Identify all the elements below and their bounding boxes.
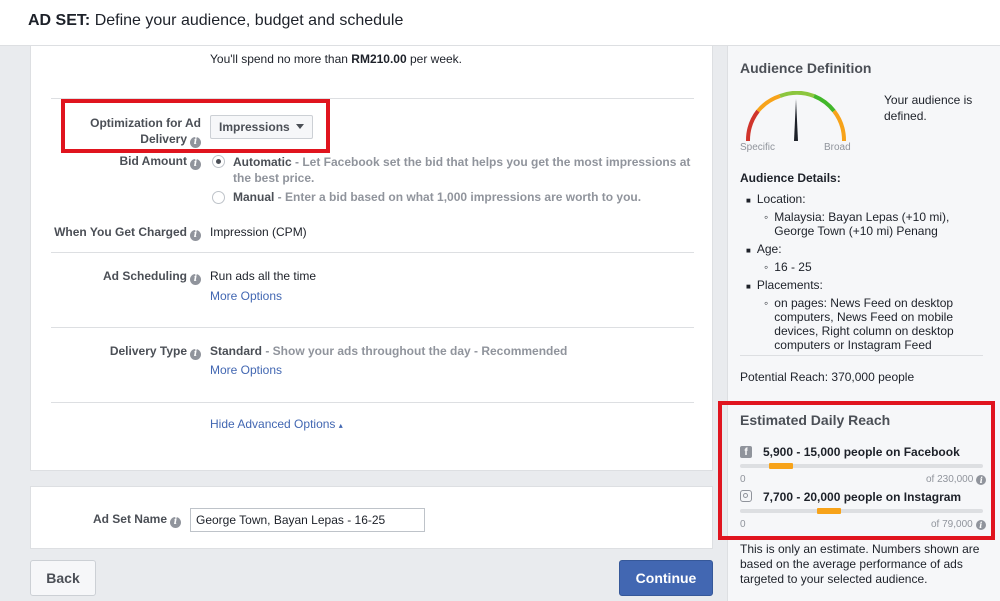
delivery-more-options-link[interactable]: More Options — [210, 363, 282, 377]
scheduling-label: Ad Scheduling i — [51, 269, 201, 285]
ad-set-name-label: Ad Set Name i — [51, 512, 181, 528]
back-button[interactable]: Back — [30, 560, 96, 596]
gauge-specific-label: Specific — [740, 142, 776, 153]
list-item: ◦ on pages: News Feed on desktop computer… — [764, 296, 954, 352]
bid-manual-radio[interactable] — [212, 191, 225, 204]
page-body: You'll spend no more than RM210.00 per w… — [0, 46, 1000, 601]
gauge-broad-label: Broad — [824, 142, 851, 153]
info-icon[interactable]: i — [190, 159, 201, 170]
scheduling-more-options-link[interactable]: More Options — [210, 289, 282, 303]
audience-status: Your audience is defined. — [884, 93, 973, 123]
list-item: ◦ 16 - 25 — [764, 260, 812, 274]
divider — [51, 327, 694, 328]
ad-set-name-card: Ad Set Name i — [30, 486, 713, 549]
info-icon[interactable]: i — [190, 349, 201, 360]
estimate-note: This is only an estimate. Numbers shown … — [740, 542, 980, 586]
potential-reach: Potential Reach: 370,000 people — [740, 370, 915, 384]
delivery-type-value: Standard - Show your ads throughout the … — [210, 344, 568, 358]
bid-automatic-radio[interactable] — [212, 155, 225, 168]
list-item: ■ Age: — [746, 242, 782, 256]
hide-advanced-options-link[interactable]: Hide Advanced Options ▴ — [210, 417, 343, 431]
list-item: ■ Location: — [746, 192, 806, 206]
ad-set-name-input[interactable] — [190, 508, 425, 532]
budget-summary: You'll spend no more than RM210.00 per w… — [210, 52, 463, 66]
bid-automatic-option: Automatic - Let Facebook set the bid tha… — [233, 155, 691, 185]
charged-label: When You Get Charged i — [41, 225, 201, 241]
scheduling-value: Run ads all the time — [210, 269, 317, 283]
divider — [740, 355, 983, 356]
divider — [51, 252, 694, 253]
charged-value: Impression (CPM) — [210, 225, 307, 239]
bid-manual-option: Manual - Enter a bid based on what 1,000… — [233, 190, 642, 204]
highlight-box — [718, 401, 995, 540]
audience-gauge-icon — [745, 91, 847, 142]
info-icon[interactable]: i — [190, 230, 201, 241]
continue-button[interactable]: Continue — [619, 560, 713, 596]
bid-amount-label: Bid Amount i — [51, 154, 201, 170]
page-header: AD SET: Define your audience, budget and… — [0, 0, 1000, 46]
info-icon[interactable]: i — [170, 517, 181, 528]
page-title: AD SET: Define your audience, budget and… — [28, 12, 404, 29]
audience-details-list: ■ Location: ◦ Malaysia: Bayan Lepas (+10 m… — [746, 192, 986, 352]
info-icon[interactable]: i — [190, 274, 201, 285]
audience-definition-title: Audience Definition — [740, 60, 872, 76]
audience-details-title: Audience Details: — [740, 171, 841, 185]
highlight-box — [61, 99, 330, 153]
list-item: ◦ Malaysia: Bayan Lepas (+10 mi), George … — [764, 210, 950, 238]
list-item: ■ Placements: — [746, 278, 823, 292]
delivery-type-label: Delivery Type i — [51, 344, 201, 360]
divider — [51, 402, 694, 403]
